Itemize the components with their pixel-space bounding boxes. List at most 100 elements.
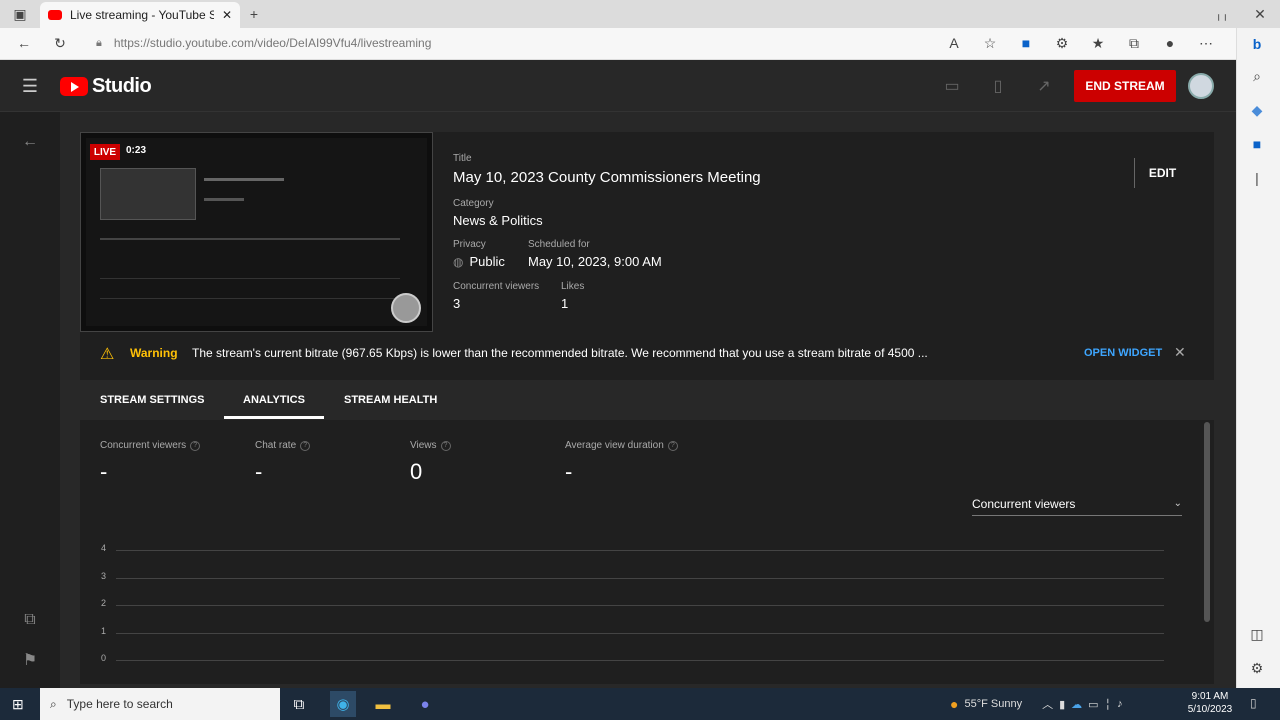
title-label: Title <box>453 153 472 164</box>
studio-logo-text: Studio <box>92 75 152 97</box>
refresh-icon[interactable]: ↻ <box>50 33 70 53</box>
tab-stream-health[interactable]: STREAM HEALTH <box>344 380 437 420</box>
back-arrow-icon[interactable]: ← <box>18 130 42 154</box>
tab-analytics[interactable]: ANALYTICS <box>243 380 305 420</box>
chart-gridline <box>116 660 1164 661</box>
help-icon[interactable]: ? <box>190 440 201 451</box>
clapperboard-icon[interactable]: ▭ <box>940 74 964 98</box>
concurrent-viewers-label: Concurrent viewers <box>453 281 540 292</box>
help-icon[interactable]: ? <box>667 440 678 451</box>
category-label: Category <box>453 198 494 209</box>
bing-chat-icon[interactable]: b <box>1247 34 1267 54</box>
sidebar-layout-icon[interactable]: ◫ <box>1247 624 1267 644</box>
chart-gridline <box>116 632 1164 634</box>
taskbar-search-box[interactable]: ⌕ Type here to search <box>40 688 280 720</box>
hamburger-menu-icon[interactable]: ☰ <box>20 76 40 96</box>
weather-text[interactable]: 55°F Sunny <box>964 698 1022 710</box>
chart-gridline <box>116 605 1164 606</box>
network-icon[interactable]: ╎ <box>1105 698 1112 711</box>
favorite-add-icon[interactable]: ☆ <box>980 33 1000 53</box>
chart-metric-dropdown[interactable]: Concurrent viewers ⌄ <box>972 492 1182 516</box>
windows-start-icon[interactable]: ⊞ <box>12 696 24 713</box>
lock-icon: 🔒︎ <box>96 36 102 49</box>
scheduled-time: May 10, 2023, 9:00 AM <box>528 254 662 269</box>
volume-icon[interactable]: ♪ <box>1117 698 1123 710</box>
read-aloud-icon[interactable]: A <box>944 33 964 53</box>
panel-scrollbar[interactable] <box>1204 422 1210 622</box>
sidebar-tools-icon[interactable]: ◆ <box>1247 100 1267 120</box>
y-tick-label: 1 <box>100 625 106 636</box>
help-icon[interactable]: ? <box>440 440 451 451</box>
open-widget-link[interactable]: OPEN WIDGET <box>1084 347 1162 359</box>
new-tab-icon[interactable]: + <box>244 4 264 24</box>
url-text: https://studio.youtube.com/video/DeIAI99… <box>113 36 432 50</box>
metric-value: - <box>255 459 263 484</box>
warning-label: Warning <box>130 346 178 360</box>
globe-icon: ◍ <box>453 254 464 269</box>
taskbar-clock[interactable]: 9:01 AM 5/10/2023 <box>1180 690 1240 716</box>
search-placeholder: Type here to search <box>66 697 173 711</box>
teams-icon[interactable]: ● <box>412 691 438 717</box>
tab-title: Live streaming - YouTube Studio <box>70 8 214 22</box>
edge-sidebar <box>1236 28 1280 688</box>
minimize-window-icon[interactable]: ╷╷ <box>1212 4 1232 24</box>
likes-value: 1 <box>561 296 569 311</box>
extensions-icon[interactable]: ⚙ <box>1052 33 1072 53</box>
y-tick-label: 4 <box>100 543 106 553</box>
warning-icon: ⚠ <box>100 346 115 363</box>
open-external-icon[interactable]: ⧉ <box>18 608 42 632</box>
concurrent-viewers-value: 3 <box>453 296 461 311</box>
privacy-text: Public <box>469 254 505 269</box>
youtube-favicon-icon <box>48 10 62 20</box>
usb-icon[interactable]: ▮ <box>1059 698 1065 711</box>
chart-gridline <box>116 550 1164 551</box>
edge-taskbar-icon[interactable]: ◉ <box>330 691 356 717</box>
privacy-label: Privacy <box>453 239 486 250</box>
back-icon[interactable]: ← <box>14 33 34 53</box>
share-icon[interactable]: ↗ <box>1032 74 1056 98</box>
close-tab-icon[interactable]: ✕ <box>222 8 232 22</box>
left-rail <box>0 112 60 688</box>
chart-gridline <box>116 577 1164 579</box>
browser-toolbar: A ☆ ■ ⚙ ★ ⧉ ● ⋯ <box>944 33 1216 53</box>
chevron-down-icon: ⌄ <box>1173 498 1182 509</box>
sidebar-divider: | <box>1255 170 1259 186</box>
youtube-logo-icon[interactable] <box>60 77 88 96</box>
end-stream-button[interactable]: END STREAM <box>1074 70 1176 102</box>
browser-tab[interactable]: Live streaming - YouTube Studio ✕ <box>40 2 240 28</box>
profile-icon[interactable]: ● <box>1160 33 1180 53</box>
close-window-icon[interactable]: ✕ <box>1250 4 1270 24</box>
sidebar-settings-icon[interactable]: ⚙ <box>1247 658 1267 678</box>
file-explorer-icon[interactable]: ▬ <box>370 691 396 717</box>
url-field[interactable]: 🔒︎ https://studio.youtube.com/video/DeIA… <box>96 32 1046 54</box>
preview-screen <box>86 138 427 326</box>
help-icon[interactable]: ? <box>300 440 311 451</box>
clock-time: 9:01 AM <box>1191 691 1229 702</box>
tab-actions-icon[interactable]: ▣ <box>10 4 30 24</box>
tab-stream-settings[interactable]: STREAM SETTINGS <box>100 380 205 420</box>
sidebar-search-icon[interactable]: ⌕ <box>1247 66 1267 86</box>
collections-icon[interactable]: ⧉ <box>1124 33 1144 53</box>
y-tick-label: 0 <box>100 653 106 663</box>
active-tab-indicator <box>224 416 324 419</box>
notifications-icon[interactable]: ▯ <box>1250 696 1257 710</box>
onedrive-icon[interactable]: ☁ <box>1071 698 1082 711</box>
metric-value: 0 <box>410 459 423 484</box>
channel-avatar[interactable] <box>1188 73 1214 99</box>
bookmark-icon[interactable]: ▯ <box>986 74 1010 98</box>
sidebar-outlook-icon[interactable]: ■ <box>1247 134 1267 154</box>
system-tray: ● 55°F Sunny ︿ ▮ ☁ ▭ ╎ ♪ <box>950 690 1123 718</box>
edit-button[interactable]: EDIT <box>1134 158 1190 188</box>
outlook-extension-icon[interactable]: ■ <box>1016 33 1036 53</box>
battery-icon[interactable]: ▭ <box>1088 698 1098 711</box>
metric-concurrent-viewers: Concurrent viewers? <box>100 440 201 451</box>
stream-category: News & Politics <box>453 213 543 228</box>
metric-label: Chat rate <box>255 440 297 451</box>
task-view-icon[interactable]: ⧉ <box>286 691 312 717</box>
feedback-icon[interactable]: ⚑ <box>18 648 42 672</box>
live-badge: LIVE <box>90 144 120 160</box>
more-icon[interactable]: ⋯ <box>1196 33 1216 53</box>
favorites-icon[interactable]: ★ <box>1088 33 1108 53</box>
dismiss-warning-icon[interactable]: ✕ <box>1174 344 1186 361</box>
tray-overflow-icon[interactable]: ︿ <box>1042 696 1053 712</box>
